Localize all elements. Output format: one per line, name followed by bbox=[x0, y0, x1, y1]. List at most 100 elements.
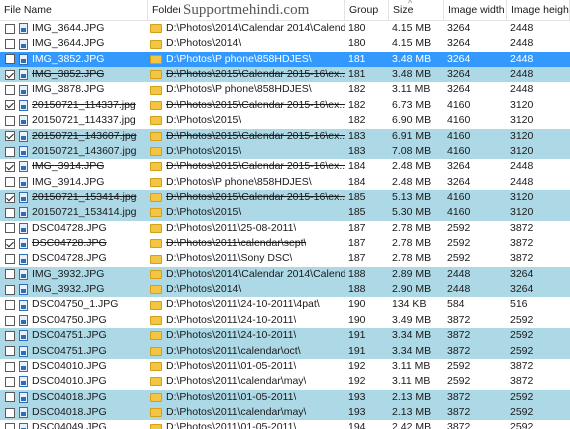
image-height-cell: 2448 bbox=[510, 52, 534, 65]
row-checkbox[interactable] bbox=[5, 238, 15, 249]
row-checkbox[interactable] bbox=[5, 223, 15, 234]
table-row[interactable]: DSC04018.JPG D:\Photos\2011\01-05-2011\ 19… bbox=[0, 389, 570, 405]
file-name: IMG_3852.JPG bbox=[32, 68, 105, 81]
row-checkbox[interactable] bbox=[5, 407, 15, 418]
size-cell: 3.11 MB bbox=[392, 359, 431, 372]
row-checkbox[interactable] bbox=[5, 315, 15, 326]
table-row[interactable]: DSC04728.JPG D:\Photos\2011\calendar\sept… bbox=[0, 236, 570, 251]
file-name: IMG_3644.JPG bbox=[32, 37, 105, 50]
folder-icon bbox=[150, 54, 162, 64]
folder-icon bbox=[150, 408, 162, 418]
table-row[interactable]: IMG_3914.JPG D:\Photos\2015\Calendar 2015… bbox=[0, 159, 570, 174]
table-row[interactable]: DSC04049.JPG D:\Photos\2011\01-05-2011\ 19… bbox=[0, 420, 570, 429]
image-file-icon bbox=[19, 130, 28, 142]
size-cell: 2.13 MB bbox=[392, 405, 432, 418]
folder-path: D:\Photos\2015\ bbox=[166, 144, 242, 157]
column-header-size[interactable]: Size bbox=[389, 0, 444, 21]
image-width-cell: 3872 bbox=[447, 344, 471, 357]
table-row[interactable]: DSC04728.JPG D:\Photos\2011\25-08-2011\ 18… bbox=[0, 221, 570, 236]
row-checkbox[interactable] bbox=[5, 115, 15, 126]
table-row[interactable]: 20150721_114337.jpg D:\Photos\2015\ 182 6.9… bbox=[0, 113, 570, 128]
table-row[interactable]: IMG_3644.JPG D:\Photos\2014\ 180 4.15 MB 326… bbox=[0, 36, 570, 51]
table-row[interactable]: IMG_3878.JPG D:\Photos\P phone\858HDJES\ 1… bbox=[0, 82, 570, 97]
row-checkbox[interactable] bbox=[5, 376, 15, 387]
row-checkbox[interactable] bbox=[5, 392, 15, 403]
column-header-group[interactable]: Group bbox=[345, 0, 389, 21]
table-row[interactable]: IMG_3852.JPG D:\Photos\2015\Calendar 2015… bbox=[0, 67, 570, 83]
image-file-icon bbox=[19, 268, 28, 280]
table-row[interactable]: DSC04010.JPG D:\Photos\2011\01-05-2011\ 19… bbox=[0, 359, 570, 374]
image-file-icon bbox=[19, 53, 28, 65]
row-checkbox[interactable] bbox=[5, 23, 15, 34]
image-height-cell: 3872 bbox=[510, 221, 534, 234]
table-row[interactable]: IMG_3852.JPG D:\Photos\P phone\858HDJES\ 1… bbox=[0, 51, 570, 68]
table-row[interactable]: IMG_3914.JPG D:\Photos\P phone\858HDJES\ 1… bbox=[0, 175, 570, 190]
row-checkbox[interactable] bbox=[5, 423, 15, 429]
table-row[interactable]: 20150721_153414.jpg D:\Photos\2015\ 185 5.3… bbox=[0, 205, 570, 221]
image-width-cell: 4160 bbox=[447, 144, 471, 157]
table-row[interactable]: IMG_3644.JPG D:\Photos\2014\Calendar 2014… bbox=[0, 21, 570, 36]
row-checkbox[interactable] bbox=[5, 177, 15, 188]
row-checkbox[interactable] bbox=[5, 54, 15, 65]
row-checkbox[interactable] bbox=[5, 146, 15, 157]
size-cell: 7.08 MB bbox=[392, 144, 432, 157]
table-row[interactable]: IMG_3932.JPG D:\Photos\2014\Calendar 2014… bbox=[0, 266, 570, 283]
group-cell: 192 bbox=[348, 375, 366, 388]
file-name: IMG_3932.JPG bbox=[32, 267, 105, 280]
row-checkbox[interactable] bbox=[5, 300, 15, 311]
column-header-image-height[interactable]: Image height bbox=[507, 0, 570, 21]
folder-cell: D:\Photos\2015\ bbox=[148, 113, 345, 128]
row-checkbox[interactable] bbox=[5, 161, 15, 172]
row-checkbox[interactable] bbox=[5, 330, 15, 341]
file-name: DSC04010.JPG bbox=[32, 359, 107, 372]
image-height-cell: 2592 bbox=[510, 313, 534, 326]
image-file-icon bbox=[19, 299, 28, 311]
row-checkbox[interactable] bbox=[5, 361, 15, 372]
row-checkbox[interactable] bbox=[5, 131, 15, 142]
table-row[interactable]: 20150721_143607.jpg D:\Photos\2015\ 183 7.0… bbox=[0, 143, 570, 160]
image-file-icon bbox=[19, 207, 28, 219]
folder-cell: D:\Photos\2014\Calendar 2014\Calendar... bbox=[148, 21, 345, 36]
column-header-image-width[interactable]: Image width bbox=[444, 0, 507, 21]
size-cell: 3.34 MB bbox=[392, 344, 432, 357]
image-width-cell: 3872 bbox=[447, 313, 471, 326]
row-checkbox[interactable] bbox=[5, 254, 15, 265]
image-width-cell: 3264 bbox=[447, 175, 471, 188]
row-checkbox[interactable] bbox=[5, 269, 15, 280]
table-row[interactable]: DSC04010.JPG D:\Photos\2011\calendar\may\… bbox=[0, 374, 570, 389]
folder-path: D:\Photos\2011\calendar\sept\ bbox=[166, 237, 307, 250]
table-row[interactable]: DSC04751.JPG D:\Photos\2011\calendar\oct\… bbox=[0, 343, 570, 359]
table-row[interactable]: 20150721_143607.jpg D:\Photos\2015\Calend… bbox=[0, 128, 570, 144]
group-cell: 187 bbox=[348, 252, 366, 265]
table-row[interactable]: IMG_3932.JPG D:\Photos\2014\ 188 2.90 MB 244… bbox=[0, 282, 570, 298]
image-height-cell: 2592 bbox=[510, 329, 534, 342]
row-checkbox[interactable] bbox=[5, 85, 15, 96]
folder-cell: D:\Photos\2011\01-05-2011\ bbox=[148, 420, 345, 429]
table-row[interactable]: DSC04018.JPG D:\Photos\2011\calendar\may\… bbox=[0, 404, 570, 421]
row-checkbox[interactable] bbox=[5, 39, 15, 50]
table-row[interactable]: DSC04750.JPG D:\Photos\2011\24-10-2011\ 19… bbox=[0, 313, 570, 328]
image-height-cell: 3872 bbox=[510, 375, 534, 388]
image-width-cell: 3264 bbox=[447, 52, 471, 65]
row-checkbox[interactable] bbox=[5, 346, 15, 357]
row-checkbox[interactable] bbox=[5, 207, 15, 218]
row-checkbox[interactable] bbox=[5, 192, 15, 203]
column-header-file-name[interactable]: File Name bbox=[0, 0, 148, 21]
row-checkbox[interactable] bbox=[5, 284, 15, 295]
group-cell: 181 bbox=[348, 68, 366, 81]
size-cell: 3.48 MB bbox=[392, 52, 432, 65]
table-row[interactable]: DSC04728.JPG D:\Photos\2011\Sony DSC\ 187 2… bbox=[0, 251, 570, 266]
row-checkbox[interactable] bbox=[5, 69, 15, 80]
folder-icon bbox=[150, 377, 162, 387]
image-file-icon bbox=[19, 391, 28, 403]
table-row[interactable]: 20150721_114337.jpg D:\Photos\2015\Calend… bbox=[0, 98, 570, 113]
folder-path: D:\Photos\2011\01-05-2011\ bbox=[166, 421, 297, 429]
folder-icon bbox=[150, 116, 162, 126]
table-row[interactable]: 20150721_153414.jpg D:\Photos\2015\Calend… bbox=[0, 189, 570, 206]
table-row[interactable]: DSC04750_1.JPG D:\Photos\2011\24-10-2011\… bbox=[0, 297, 570, 312]
image-file-icon bbox=[19, 315, 28, 326]
image-width-cell: 2592 bbox=[447, 221, 471, 234]
row-checkbox[interactable] bbox=[5, 100, 15, 111]
image-height-cell: 3872 bbox=[510, 252, 534, 265]
table-row[interactable]: DSC04751.JPG D:\Photos\2011\24-10-2011\ 19… bbox=[0, 328, 570, 344]
